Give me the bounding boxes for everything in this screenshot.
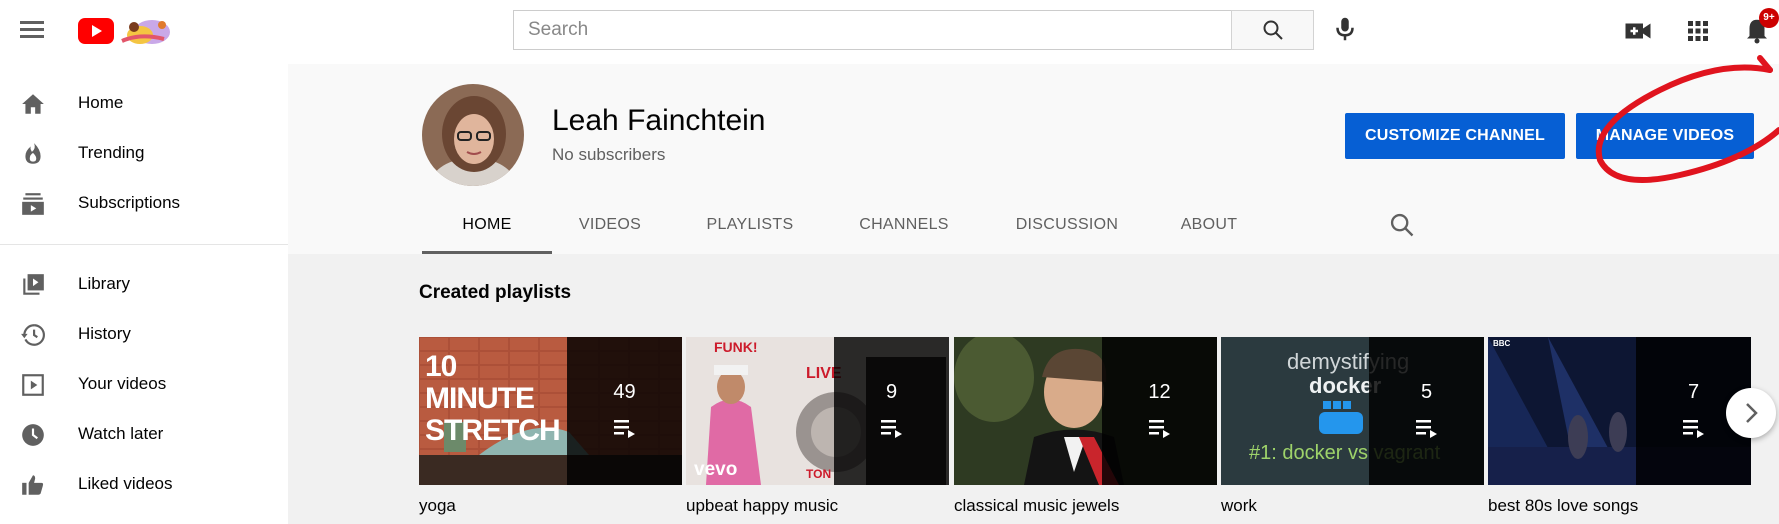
sidebar-item-trending[interactable]: Trending — [0, 129, 288, 179]
channel-home-content: Created playlists 10 MINUTE STRETCH 49 y… — [288, 254, 1779, 524]
sidebar: Home Trending Subscriptions Library Hist… — [0, 64, 288, 524]
video-count: 5 — [1420, 381, 1433, 403]
playlist-thumbnail[interactable]: demystifying docker #1: docker vs vagran… — [1221, 337, 1484, 485]
sidebar-item-label: Home — [78, 93, 124, 112]
thumbnail-text: STRETCH — [425, 414, 561, 447]
notification-count-badge: 9+ — [1759, 8, 1779, 28]
sidebar-item-label: Watch later — [78, 424, 164, 443]
liked-videos-icon — [22, 475, 44, 495]
playlist-thumbnail[interactable]: FUNK! LIVE vevo TON 9 — [686, 337, 949, 485]
chevron-right-icon — [1746, 403, 1758, 423]
watch-later-icon — [22, 424, 44, 446]
sidebar-item-watch-later[interactable]: Watch later — [0, 410, 288, 460]
sidebar-item-label: Subscriptions — [78, 193, 181, 212]
search-icon — [1263, 20, 1283, 40]
customize-channel-button[interactable]: CUSTOMIZE CHANNEL — [1345, 113, 1565, 159]
tab-playlists[interactable]: PLAYLISTS — [686, 194, 814, 254]
playlist-count-overlay: 12 — [1102, 337, 1217, 485]
sidebar-item-label: History — [78, 324, 131, 343]
playlist-count-overlay: 5 — [1369, 337, 1484, 485]
your-videos-icon — [22, 374, 44, 396]
history-icon — [21, 324, 45, 346]
channel-header: Leah Fainchtein No subscribers CUSTOMIZE… — [288, 64, 1779, 254]
playlist-thumbnail[interactable]: BBC 7 — [1488, 337, 1751, 485]
playlist-title[interactable]: upbeat happy music — [686, 496, 838, 516]
sidebar-item-label: Liked videos — [78, 474, 173, 493]
masthead: 9+ — [0, 0, 1779, 64]
playlist-thumbnail[interactable]: 12 — [954, 337, 1217, 485]
video-count: 49 — [613, 381, 636, 403]
playlist-title[interactable]: best 80s love songs — [1488, 496, 1638, 516]
library-icon — [23, 274, 44, 295]
trending-icon — [25, 143, 41, 164]
playlist-icon — [1149, 420, 1170, 438]
sidebar-divider — [0, 244, 288, 245]
carousel-next-button[interactable] — [1726, 388, 1776, 438]
search-input[interactable] — [513, 10, 1231, 50]
manage-videos-button[interactable]: MANAGE VIDEOS — [1576, 113, 1754, 159]
search-bar — [513, 10, 1314, 50]
home-icon — [22, 94, 44, 114]
sidebar-item-label: Library — [78, 274, 130, 293]
tab-about[interactable]: ABOUT — [1162, 194, 1256, 254]
tab-videos[interactable]: VIDEOS — [555, 194, 665, 254]
section-title: Created playlists — [419, 282, 572, 303]
playlist-title[interactable]: work — [1221, 496, 1257, 516]
sidebar-item-liked-videos[interactable]: Liked videos — [0, 460, 288, 510]
video-count: 12 — [1148, 381, 1171, 403]
sidebar-item-label: Trending — [78, 143, 145, 162]
playlist-title[interactable]: yoga — [419, 496, 456, 516]
sidebar-item-home[interactable]: Home — [0, 79, 288, 129]
channel-avatar — [422, 84, 524, 186]
sidebar-item-library[interactable]: Library — [0, 260, 288, 310]
playlist-count-overlay: 49 — [567, 337, 682, 485]
playlist-icon — [881, 420, 902, 438]
playlist-title[interactable]: classical music jewels — [954, 496, 1119, 516]
subscriptions-icon — [22, 193, 44, 215]
playlist-count-overlay: 9 — [834, 337, 949, 485]
tab-home[interactable]: HOME — [422, 194, 552, 254]
playlist-icon — [614, 420, 635, 438]
youtube-logo[interactable] — [78, 15, 188, 47]
sidebar-item-history[interactable]: History — [0, 310, 288, 360]
apps-grid-icon[interactable] — [1683, 16, 1713, 46]
menu-icon[interactable] — [20, 16, 46, 42]
thumbnail-text: BBC — [1493, 339, 1511, 348]
video-count: 9 — [885, 381, 898, 403]
thumbnail-text: vevo — [694, 459, 738, 480]
create-video-icon[interactable] — [1623, 16, 1653, 46]
thumbnail-text: FUNK! — [714, 339, 758, 355]
playlist-icon — [1683, 420, 1704, 438]
sidebar-item-subscriptions[interactable]: Subscriptions — [0, 179, 288, 229]
thumbnail-text: 10 MINUTE — [425, 350, 535, 415]
thumbnail-text: TON — [806, 467, 832, 481]
playlist-icon — [1416, 420, 1437, 438]
tab-discussion[interactable]: DISCUSSION — [992, 194, 1142, 254]
subscriber-count: No subscribers — [552, 145, 666, 164]
channel-name: Leah Fainchtein — [552, 104, 766, 137]
sidebar-item-your-videos[interactable]: Your videos — [0, 360, 288, 410]
sidebar-item-label: Your videos — [78, 374, 167, 393]
playlist-thumbnail[interactable]: 10 MINUTE STRETCH 49 — [419, 337, 682, 485]
tab-channels[interactable]: CHANNELS — [839, 194, 969, 254]
channel-search-icon[interactable] — [1388, 211, 1416, 239]
microphone-icon[interactable] — [1330, 14, 1360, 44]
search-button[interactable] — [1231, 10, 1314, 50]
